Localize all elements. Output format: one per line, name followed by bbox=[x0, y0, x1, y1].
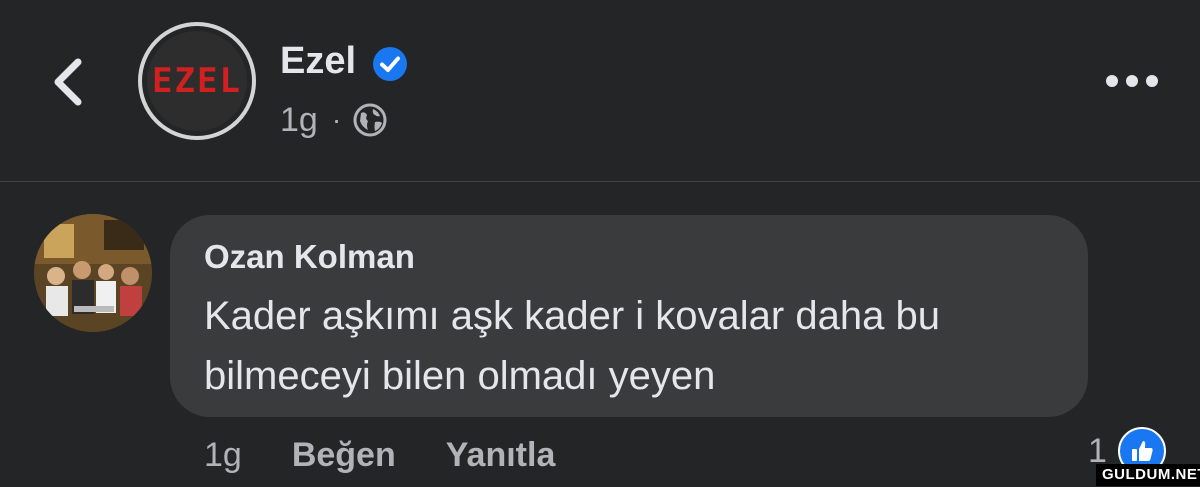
chevron-left-icon bbox=[54, 58, 82, 106]
globe-icon bbox=[353, 103, 387, 137]
commenter-photo bbox=[34, 214, 152, 332]
like-thumb-icon bbox=[1132, 441, 1153, 461]
more-options-icon bbox=[1106, 75, 1158, 87]
post-time[interactable]: 1g bbox=[280, 101, 318, 140]
verified-badge-icon bbox=[373, 47, 407, 81]
post-meta: 1g · bbox=[280, 100, 387, 140]
meta-separator: · bbox=[331, 104, 342, 135]
page-avatar-image: EZEL bbox=[147, 31, 247, 131]
page-logo-text: EZEL bbox=[152, 61, 242, 101]
page-name[interactable]: Ezel bbox=[280, 40, 356, 83]
more-options-button[interactable] bbox=[1104, 68, 1160, 94]
post-header: EZEL Ezel 1g · bbox=[0, 0, 1200, 181]
comment-text: Kader aşkımı aşk kader i kovalar daha bu… bbox=[204, 294, 940, 398]
reply-button[interactable]: Yanıtla bbox=[446, 436, 556, 475]
header-divider bbox=[0, 181, 1200, 182]
back-button[interactable] bbox=[44, 52, 94, 112]
like-button[interactable]: Beğen bbox=[292, 436, 396, 475]
page-avatar[interactable]: EZEL bbox=[138, 22, 256, 140]
comment-actions: 1g Beğen Yanıtla bbox=[204, 432, 555, 478]
commenter-avatar[interactable] bbox=[34, 214, 152, 332]
comment-author[interactable]: Ozan Kolman bbox=[204, 238, 415, 276]
comment-time[interactable]: 1g bbox=[204, 436, 242, 475]
watermark: GULDUM.NET bbox=[1096, 464, 1200, 486]
